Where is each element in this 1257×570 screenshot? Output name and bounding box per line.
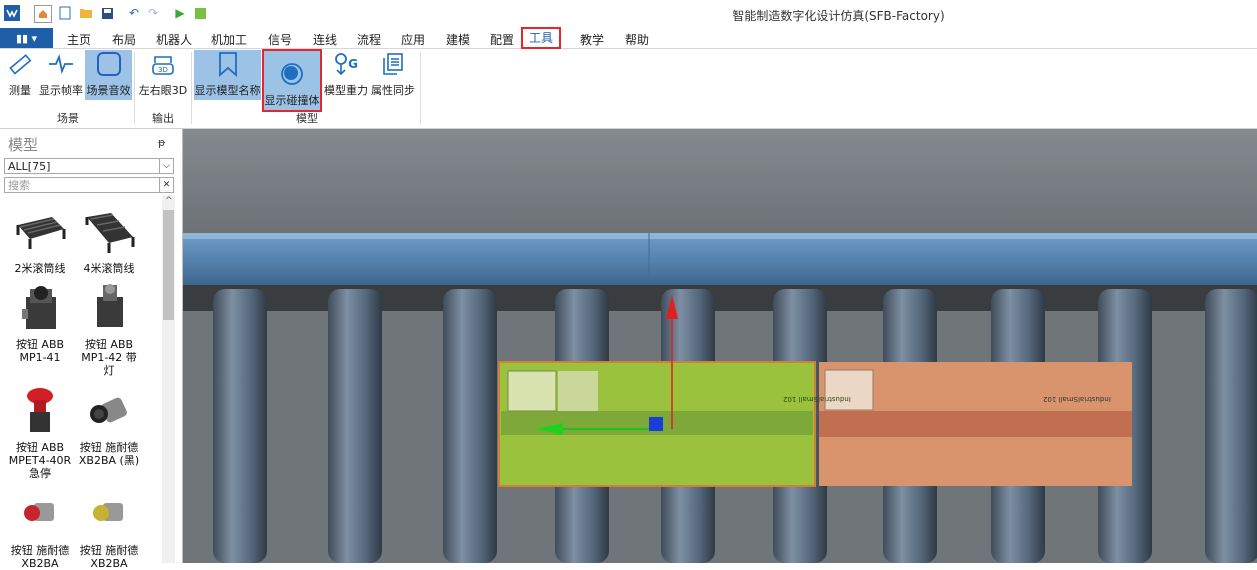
list-item[interactable]: 按钮 施耐德 XB2BA (黑) — [79, 382, 142, 467]
emergency-stop-icon — [27, 388, 53, 432]
search-placeholder: 搜索 — [8, 179, 30, 192]
pulse-icon — [47, 50, 75, 78]
menu-home[interactable]: 主页 — [67, 31, 91, 48]
list-item-label: 按钮 施耐德 XB2BA (黑) — [78, 441, 140, 467]
sync-icon — [379, 50, 407, 78]
menu-layout[interactable]: 布局 — [112, 31, 136, 48]
pin-icon[interactable]: ᵽ — [158, 136, 165, 149]
group-label-output: 输出 — [152, 112, 174, 125]
scrollbar-thumb[interactable] — [163, 210, 174, 320]
list-item[interactable]: 按钮 ABB MP1-42 带灯 — [81, 279, 142, 377]
roller-conveyor-icon — [16, 217, 66, 249]
measure-button[interactable]: 测量 — [5, 50, 35, 100]
show-collider-button[interactable]: 显示碰撞体 — [262, 49, 322, 112]
group-label-model: 模型 — [296, 112, 318, 125]
list-item-label: 按钮 ABB MP1-41 — [15, 338, 65, 364]
clear-search-icon[interactable]: ✕ — [159, 178, 173, 192]
menu-signal[interactable]: 信号 — [268, 31, 292, 48]
stereo-3d-label: 左右眼3D — [138, 84, 188, 97]
menu-teaching[interactable]: 教学 — [580, 31, 604, 48]
menu-robot[interactable]: 机器人 — [156, 31, 192, 48]
list-item-label: 按钮 ABB MP1-42 带灯 — [81, 338, 137, 377]
menu-wiring[interactable]: 连线 — [313, 31, 337, 48]
list-item-label: 2米滚筒线 — [14, 262, 66, 275]
gravity-icon: G — [332, 50, 360, 78]
search-input[interactable]: 搜索 ✕ — [4, 177, 174, 193]
scroll-up-icon[interactable]: ^ — [165, 196, 173, 206]
carton-box-right[interactable]: IndustrialSmall 102 — [819, 362, 1132, 486]
panel-title: 模型 — [8, 136, 39, 154]
model-gravity-label: 模型重力 — [324, 84, 368, 97]
show-fps-label: 显示帧率 — [39, 84, 83, 97]
svg-text:G: G — [348, 57, 358, 71]
show-collider-label: 显示碰撞体 — [264, 94, 320, 107]
scene-render: IndustrialSmall 102 IndustrialSmall 102 — [183, 129, 1257, 563]
bookmark-icon — [214, 50, 242, 78]
list-item[interactable]: 按钮 施耐德 XB2BA — [80, 485, 142, 570]
scene-sound-button[interactable]: 场景音效 — [85, 50, 132, 100]
ribbon — [0, 49, 1257, 129]
carton-box-left[interactable]: IndustrialSmall 102 — [498, 361, 851, 487]
chevron-down-icon[interactable]: ⌵ — [159, 159, 173, 173]
list-item[interactable]: 按钮 ABB MP1-41 — [12, 279, 73, 364]
stereo-3d-button[interactable]: 3D 左右眼3D — [138, 50, 188, 100]
ruler-icon — [6, 50, 34, 78]
menu-tools[interactable]: 工具 — [521, 27, 562, 49]
list-item-label: 按钮 施耐德 XB2BA — [79, 544, 139, 570]
list-item-label: 按钮 施耐德 XB2BA — [10, 544, 70, 570]
menu-process[interactable]: 流程 — [357, 31, 381, 48]
list-item[interactable]: 按钮 施耐德 XB2BA — [11, 485, 73, 570]
window-title: 智能制造数字化设计仿真(SFB-Factory) — [732, 9, 945, 23]
box-left-label: IndustrialSmall 102 — [783, 395, 851, 403]
menu-config[interactable]: 配置 — [490, 31, 514, 48]
box-right-label: IndustrialSmall 102 — [1043, 395, 1111, 403]
group-label-scene: 场景 — [57, 112, 79, 125]
roller-conveyor-icon — [85, 213, 135, 253]
menu-application[interactable]: 应用 — [401, 31, 425, 48]
push-button-red-icon — [24, 503, 54, 521]
push-button-icon — [22, 286, 56, 329]
menu-machining[interactable]: 机加工 — [211, 31, 247, 48]
menu-help[interactable]: 帮助 — [625, 31, 649, 48]
property-sync-button[interactable]: 属性同步 — [370, 50, 416, 100]
list-item[interactable]: 4米滚筒线 — [81, 203, 142, 275]
svg-text:3D: 3D — [158, 66, 168, 74]
category-filter-select[interactable]: ALL[75] ⌵ — [4, 158, 174, 174]
show-fps-button[interactable]: 显示帧率 — [38, 50, 84, 100]
group-divider — [191, 52, 192, 124]
push-button-icon — [90, 397, 127, 423]
measure-label: 测量 — [9, 84, 31, 97]
list-item[interactable]: 按钮 ABB MPET4-40R 急停 — [9, 382, 73, 480]
list-item-label: 4米滚筒线 — [83, 262, 135, 275]
sound-box-icon — [95, 50, 123, 78]
3d-viewport[interactable]: IndustrialSmall 102 IndustrialSmall 102 — [183, 129, 1257, 563]
show-model-name-label: 显示模型名称 — [194, 84, 261, 97]
collider-icon — [278, 60, 306, 88]
property-sync-label: 属性同步 — [371, 84, 415, 97]
list-item-label: 按钮 ABB MPET4-40R 急停 — [8, 441, 72, 480]
glasses-3d-icon: 3D — [149, 50, 177, 78]
list-item[interactable]: 2米滚筒线 — [12, 203, 73, 275]
push-button-lamp-icon — [97, 284, 123, 327]
app-menu-button[interactable]: ▮▮ ▾ — [0, 28, 53, 48]
group-divider — [420, 52, 421, 124]
gizmo-center-handle[interactable] — [649, 417, 663, 431]
menu-modeling[interactable]: 建模 — [446, 31, 470, 48]
category-filter-value: ALL[75] — [8, 160, 51, 173]
scene-sound-label: 场景音效 — [86, 84, 131, 97]
show-model-name-button[interactable]: 显示模型名称 — [194, 50, 261, 100]
group-divider — [134, 52, 135, 124]
push-button-yellow-icon — [93, 503, 123, 521]
model-gravity-button[interactable]: G 模型重力 — [323, 50, 369, 100]
